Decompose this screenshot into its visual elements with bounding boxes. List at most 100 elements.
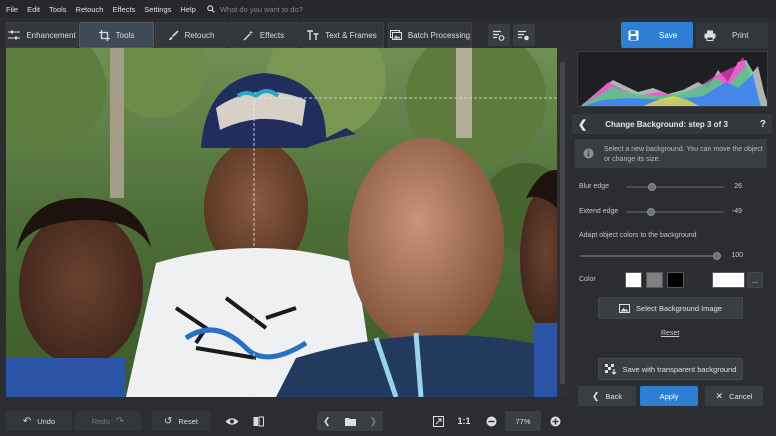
adapt-colors-slider[interactable]	[580, 252, 721, 260]
enhancement-label: Enhancement	[26, 30, 76, 40]
select-background-image-button[interactable]: Select Background Image	[598, 297, 743, 319]
cancel-label: Cancel	[729, 391, 753, 401]
reset-label: Reset	[178, 416, 198, 426]
scrollbar-thumb[interactable]	[560, 62, 565, 384]
effects-label: Effects	[259, 30, 285, 40]
next-photo-icon[interactable]: ❯	[370, 416, 378, 427]
extend-edge-value: -49	[731, 208, 742, 215]
search-icon	[207, 5, 215, 13]
menu-effects[interactable]: Effects	[112, 5, 135, 14]
save-label: Save	[659, 30, 678, 40]
black-swatch[interactable]	[667, 272, 684, 288]
retouch-label: Retouch	[184, 30, 215, 40]
list-options-button[interactable]	[513, 24, 535, 46]
chevron-left-icon: ❮	[591, 390, 600, 401]
help-icon[interactable]: ?	[760, 119, 766, 130]
tools-tab[interactable]: Tools	[79, 22, 154, 48]
fit-screen-button[interactable]	[428, 411, 448, 431]
zoom-out-icon	[486, 416, 496, 426]
photo-image	[6, 48, 557, 397]
main-toolbar: Enhancement Tools Retouch Effects Text &…	[0, 20, 776, 50]
actual-size-button[interactable]: 1:1	[453, 411, 475, 431]
custom-color-swatch[interactable]	[712, 272, 745, 288]
transparent-save-icon	[604, 363, 617, 375]
info-box: Select a new background. You can move th…	[575, 139, 767, 168]
photo-canvas[interactable]	[6, 48, 557, 397]
reset-link[interactable]: Reset	[661, 330, 679, 337]
batch-processing-label: Batch Processing	[407, 30, 471, 40]
zoom-out-button[interactable]	[482, 411, 500, 431]
menu-tools[interactable]: Tools	[49, 5, 67, 14]
redo-label: Redo	[91, 416, 110, 426]
step-header: ❮ Change Background: step 3 of 3 ?	[572, 114, 772, 134]
back-arrow-icon[interactable]: ❮	[578, 118, 587, 131]
white-swatch[interactable]	[625, 272, 642, 288]
compare-button[interactable]	[248, 411, 268, 431]
menu-help[interactable]: Help	[180, 5, 195, 14]
undo-button[interactable]: ↶ Undo	[6, 411, 72, 431]
info-text: Select a new background. You can move th…	[604, 146, 763, 163]
save-transparent-button[interactable]: Save with transparent background	[598, 358, 743, 380]
blur-edge-label: Blur edge	[579, 183, 609, 190]
photo-navigator: ❮ ❯	[317, 411, 383, 431]
apply-button[interactable]: Apply	[640, 386, 698, 406]
blur-edge-knob[interactable]	[648, 183, 657, 191]
eye-icon	[225, 417, 239, 425]
canvas-vertical-scrollbar[interactable]	[557, 48, 568, 397]
retouch-tab[interactable]: Retouch	[155, 22, 227, 48]
sliders-icon	[8, 30, 21, 40]
save-button[interactable]: Save	[621, 22, 693, 48]
color-picker-button[interactable]: ...	[747, 272, 763, 288]
print-button[interactable]: Print	[696, 22, 768, 48]
previous-photo-icon[interactable]: ❮	[323, 416, 331, 427]
menu-settings[interactable]: Settings	[144, 5, 171, 14]
zoom-in-button[interactable]	[546, 411, 564, 431]
adapt-colors-value: 100	[731, 252, 743, 259]
batch-processing-tab[interactable]: Batch Processing	[388, 22, 472, 48]
blur-edge-value: 26	[734, 183, 742, 190]
effects-tab[interactable]: Effects	[228, 22, 299, 48]
list-gear-icon	[493, 30, 505, 41]
list-settings-button[interactable]	[488, 24, 510, 46]
folder-icon[interactable]	[344, 417, 356, 426]
select-background-image-label: Select Background Image	[636, 303, 722, 313]
preview-button[interactable]	[222, 411, 242, 431]
back-label: Back	[605, 391, 623, 401]
menu-edit[interactable]: Edit	[27, 5, 40, 14]
redo-icon: ↷	[115, 415, 125, 427]
printer-icon	[704, 30, 716, 41]
search-placeholder: What do you want to do?	[219, 4, 303, 14]
change-background-panel: ❮ Change Background: step 3 of 3 ? Selec…	[572, 48, 776, 436]
text-frames-tab[interactable]: Text & Frames	[300, 22, 384, 48]
histogram	[577, 51, 768, 107]
tools-label: Tools	[115, 30, 135, 40]
redo-button[interactable]: Redo ↷	[75, 411, 141, 431]
extend-edge-knob[interactable]	[647, 208, 656, 216]
back-button[interactable]: ❮ Back	[578, 386, 636, 406]
images-icon	[389, 30, 402, 40]
cancel-button[interactable]: ✕ Cancel	[705, 386, 763, 406]
compare-icon	[253, 416, 264, 426]
zoom-level[interactable]: 77%	[505, 411, 541, 431]
image-icon	[619, 303, 631, 313]
menu-search[interactable]: What do you want to do?	[207, 5, 303, 14]
close-icon: ✕	[715, 390, 724, 401]
extend-edge-slider[interactable]	[626, 208, 724, 216]
adapt-colors-label: Adapt object colors to the background	[579, 232, 697, 239]
reset-button[interactable]: ↺ Reset	[152, 411, 210, 431]
step-title: Change Background: step 3 of 3	[605, 119, 728, 129]
blur-edge-slider[interactable]	[626, 183, 724, 191]
undo-icon: ↶	[22, 415, 32, 427]
bottom-toolbar: ↶ Undo Redo ↷ ↺ Reset ❮ ❯ 1:1 77%	[0, 406, 572, 436]
gray-swatch[interactable]	[646, 272, 663, 288]
crop-icon	[98, 29, 110, 41]
menu-retouch[interactable]: Retouch	[76, 5, 104, 14]
color-label: Color	[579, 276, 596, 283]
menu-file[interactable]: File	[6, 5, 18, 14]
zoom-in-icon	[550, 416, 560, 426]
reset-icon: ↺	[164, 415, 173, 427]
brush-icon	[168, 29, 179, 40]
enhancement-tab[interactable]: Enhancement	[6, 22, 78, 48]
extend-edge-label: Extend edge	[579, 208, 619, 215]
floppy-disk-icon	[628, 30, 639, 40]
